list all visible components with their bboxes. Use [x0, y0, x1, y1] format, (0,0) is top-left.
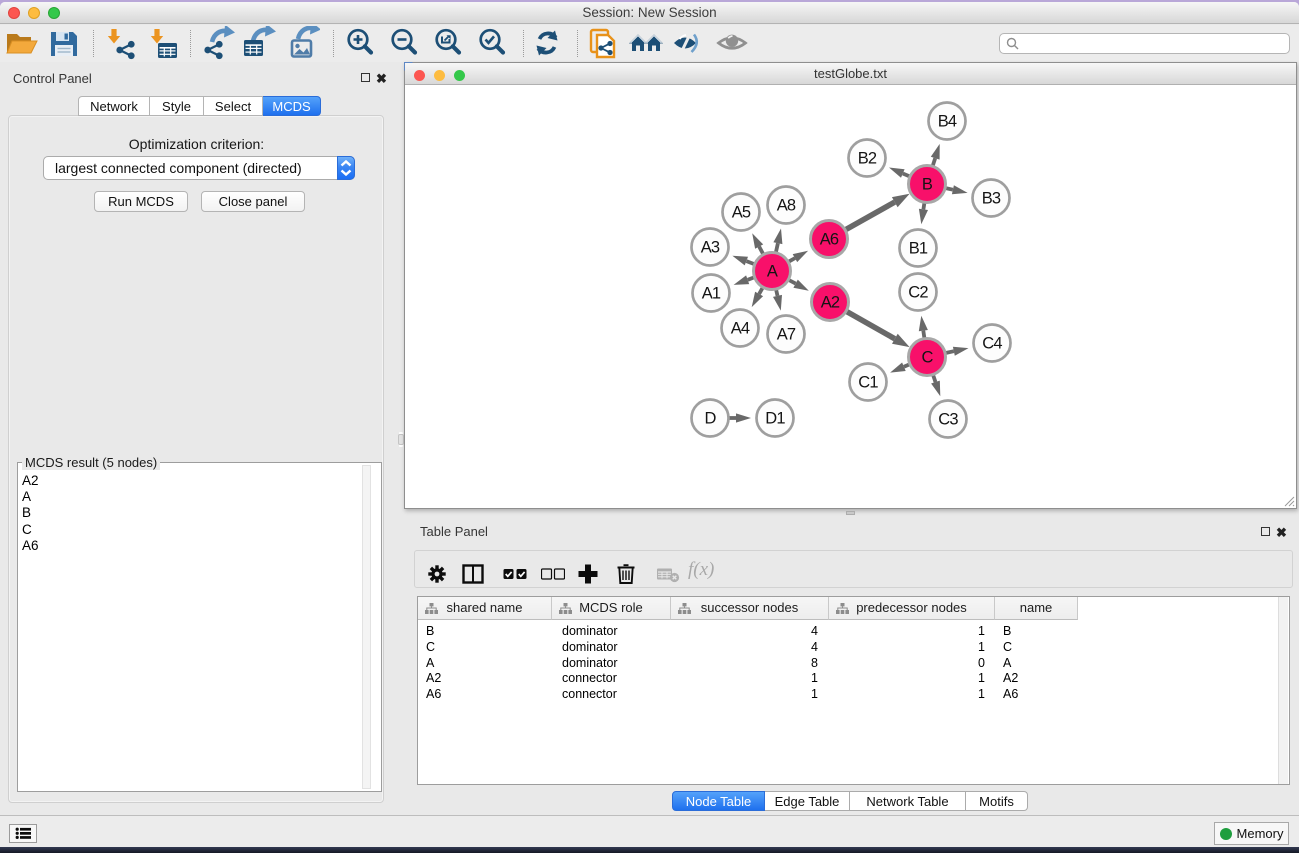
svg-text:A8: A8 — [777, 197, 796, 215]
svg-text:B1: B1 — [909, 240, 928, 258]
svg-text:A1: A1 — [702, 285, 721, 303]
svg-text:D: D — [704, 410, 716, 428]
svg-text:A7: A7 — [777, 326, 796, 344]
svg-text:C3: C3 — [938, 411, 958, 429]
svg-text:B4: B4 — [938, 113, 957, 131]
svg-text:C: C — [921, 349, 933, 367]
svg-text:A2: A2 — [821, 294, 840, 312]
svg-text:A4: A4 — [731, 320, 750, 338]
svg-text:C4: C4 — [982, 335, 1002, 353]
svg-text:A: A — [767, 263, 778, 281]
svg-text:B2: B2 — [858, 150, 877, 168]
svg-text:D1: D1 — [765, 410, 785, 428]
svg-text:C2: C2 — [908, 284, 928, 302]
svg-text:A5: A5 — [732, 204, 751, 222]
svg-text:B: B — [922, 176, 933, 194]
svg-text:A3: A3 — [701, 239, 720, 257]
svg-text:C1: C1 — [858, 374, 878, 392]
svg-text:B3: B3 — [982, 190, 1001, 208]
svg-text:A6: A6 — [820, 231, 839, 249]
